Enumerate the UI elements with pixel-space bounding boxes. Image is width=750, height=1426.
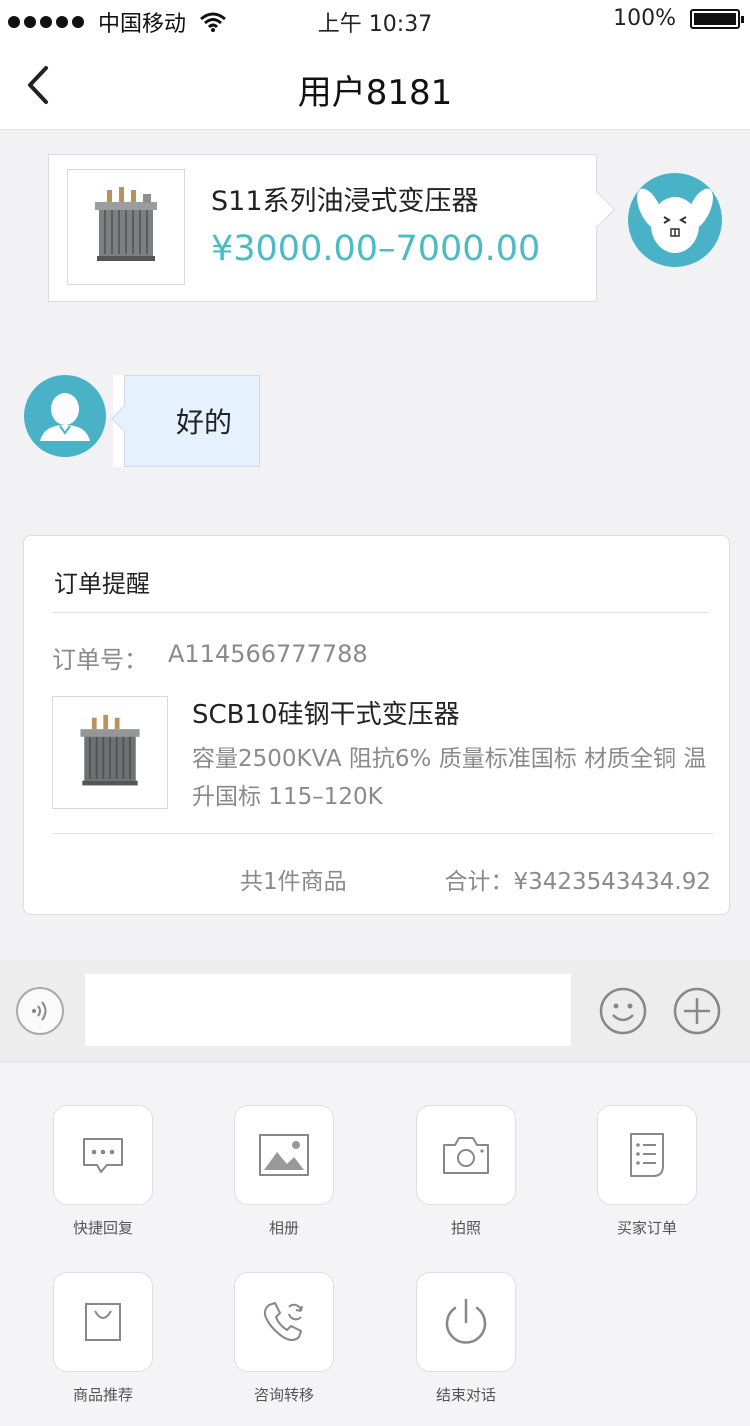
- nav-bar: 用户8181: [0, 40, 750, 130]
- tool-label: 商品推荐: [72, 1386, 133, 1404]
- status-bar: 中国移动 上午 10:37 100%: [0, 0, 750, 40]
- order-number: 订单号： A114566777788: [52, 640, 368, 675]
- tools-panel: 快捷回复 相册 拍照 买家订单 商品推荐 咨询转移 结束对话: [0, 1062, 750, 1426]
- order-product-name: SCB10硅钢干式变压器: [192, 700, 460, 730]
- product-name: S11系列油浸式变压器: [211, 186, 479, 217]
- message-text: 好的: [175, 406, 232, 439]
- chat-bubble-icon: [83, 1138, 123, 1173]
- tool-quick-reply[interactable]: 快捷回复: [53, 1105, 153, 1238]
- divider: [52, 612, 709, 613]
- plus-icon[interactable]: [672, 986, 722, 1036]
- order-item-count: 共1件商品: [240, 869, 347, 895]
- tool-label: 结束对话: [435, 1386, 496, 1404]
- tool-label: 咨询转移: [253, 1386, 314, 1404]
- tool-camera[interactable]: 拍照: [416, 1105, 516, 1238]
- page-title: 用户8181: [297, 73, 453, 113]
- tool-product-recommend[interactable]: 商品推荐: [53, 1272, 153, 1405]
- product-price: ¥3000.00–7000.00: [211, 229, 541, 269]
- order-list-icon: [630, 1133, 664, 1177]
- tool-label: 相册: [268, 1219, 299, 1237]
- tool-label: 拍照: [450, 1219, 481, 1237]
- user-avatar-icon: [40, 393, 90, 441]
- tool-buyer-orders[interactable]: 买家订单: [597, 1105, 697, 1238]
- transformer-image: [80, 714, 140, 785]
- transformer-image: [95, 187, 157, 261]
- tool-label: 快捷回复: [72, 1219, 133, 1237]
- voice-button[interactable]: [16, 987, 64, 1035]
- input-bar: [0, 960, 750, 1062]
- emoji-icon[interactable]: [598, 986, 648, 1036]
- status-right: 100%: [613, 6, 744, 31]
- product-card-message[interactable]: S11系列油浸式变压器 ¥3000.00–7000.00: [48, 154, 597, 302]
- order-number-value: A114566777788: [168, 640, 368, 668]
- avatar[interactable]: [628, 173, 722, 267]
- tool-label: 买家订单: [616, 1219, 677, 1237]
- tool-consult-transfer[interactable]: 咨询转移: [234, 1272, 334, 1405]
- battery-icon: [690, 8, 744, 29]
- order-total: 合计：¥3423543434.92: [444, 869, 711, 895]
- camera-icon: [443, 1137, 489, 1174]
- product-thumbnail: [67, 169, 185, 285]
- order-product-specs: 容量2500KVA 阻抗6% 质量标准国标 材质全铜 温升国标 115–120K: [192, 746, 707, 810]
- tool-end-conversation[interactable]: 结束对话: [416, 1272, 516, 1405]
- avatar[interactable]: [24, 375, 106, 457]
- shopping-bag-icon: [85, 1303, 121, 1341]
- message-input[interactable]: [85, 974, 571, 1046]
- bunny-avatar-icon: [637, 188, 713, 253]
- order-number-label: 订单号：: [52, 646, 148, 674]
- divider: [52, 833, 713, 834]
- power-icon: [445, 1298, 487, 1344]
- message-bubble[interactable]: 好的: [124, 375, 260, 467]
- order-reminder-card[interactable]: 订单提醒 订单号： A114566777788 SCB10硅钢干式变压器 容量2…: [23, 535, 730, 915]
- phone-transfer-icon: [263, 1302, 303, 1341]
- tool-album[interactable]: 相册: [234, 1105, 334, 1238]
- order-product-thumbnail: [52, 696, 168, 809]
- battery-percent: 100%: [613, 6, 676, 31]
- voice-icon: [32, 1001, 47, 1021]
- order-card-heading: 订单提醒: [54, 570, 150, 598]
- image-icon: [259, 1134, 309, 1176]
